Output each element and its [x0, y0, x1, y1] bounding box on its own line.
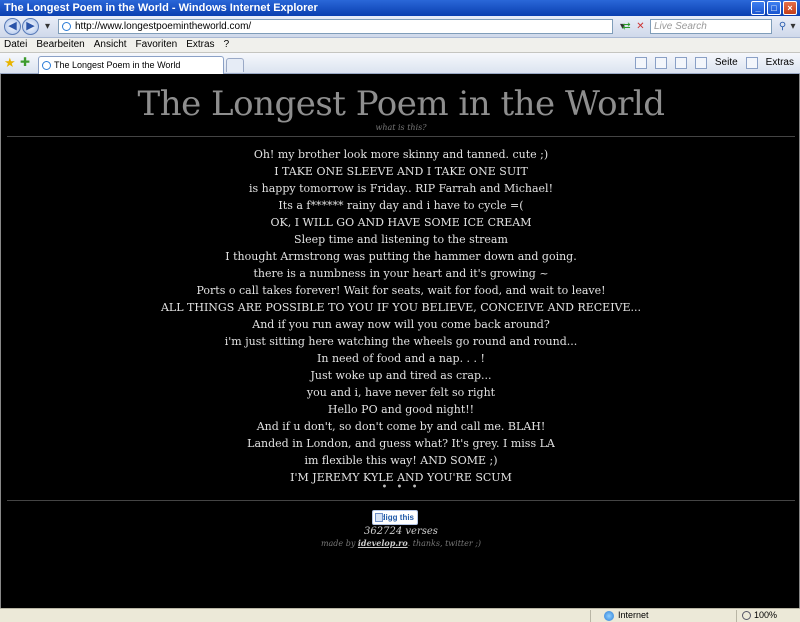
- zone-label: Internet: [618, 610, 649, 620]
- feeds-icon[interactable]: [654, 57, 667, 69]
- digg-icon: [375, 513, 383, 522]
- extras-menu[interactable]: Extras: [766, 55, 794, 71]
- credits-prefix: made by: [320, 539, 356, 548]
- menu-help[interactable]: ?: [224, 38, 230, 52]
- favorites-star-icon[interactable]: ★: [4, 56, 16, 69]
- address-url: http://www.longestpoemintheworld.com/: [75, 21, 252, 32]
- poem-line: Oh! my brother look more skinny and tann…: [253, 148, 549, 161]
- verse-count: 362724 verses: [364, 526, 438, 537]
- zoom-control[interactable]: 100%: [742, 609, 777, 622]
- poem-line: OK, I WILL GO AND HAVE SOME ICE CREAM: [270, 216, 532, 229]
- ie-page-icon: [62, 22, 71, 31]
- poem-line: I thought Armstrong was putting the hamm…: [225, 250, 577, 263]
- divider: [7, 500, 795, 501]
- menu-favoriten[interactable]: Favoriten: [136, 38, 178, 52]
- stop-icon[interactable]: ✕: [633, 19, 648, 34]
- page-title: The Longest Poem in the World: [137, 84, 665, 124]
- poem-line: Just woke up and tired as crap...: [310, 369, 492, 382]
- minimize-icon[interactable]: _: [751, 1, 765, 15]
- poem-line: ALL THINGS ARE POSSIBLE TO YOU IF YOU BE…: [160, 301, 642, 314]
- window-controls: _ □ ×: [751, 1, 797, 15]
- poem-line: Ports o call takes forever! Wait for sea…: [196, 284, 606, 297]
- digg-label: digg this: [380, 513, 414, 522]
- menu-bearbeiten[interactable]: Bearbeiten: [36, 38, 84, 52]
- page-content: The Longest Poem in the World what is th…: [0, 74, 800, 608]
- menu-datei[interactable]: Datei: [4, 38, 27, 52]
- gear-icon: [745, 57, 758, 69]
- divider: [7, 136, 795, 137]
- print-icon[interactable]: [674, 57, 687, 69]
- search-input[interactable]: Live Search: [650, 19, 772, 34]
- home-icon[interactable]: [634, 57, 647, 69]
- poem-line: Its a f****** rainy day and i have to cy…: [278, 199, 524, 212]
- poem-line: And if you run away now will you come ba…: [252, 318, 550, 331]
- poem-line: I TAKE ONE SLEEVE AND I TAKE ONE SUIT: [274, 165, 528, 178]
- divider: [736, 610, 737, 622]
- new-tab-button[interactable]: [226, 58, 244, 72]
- forward-icon[interactable]: ▶: [22, 18, 39, 35]
- more-dots: • • •: [381, 482, 421, 493]
- menu-bar: Datei Bearbeiten Ansicht Favoriten Extra…: [0, 38, 800, 53]
- poem-line: is happy tomorrow is Friday.. RIP Farrah…: [249, 182, 553, 195]
- digg-button[interactable]: digg this: [372, 510, 418, 525]
- status-bar: Internet 100%: [0, 608, 800, 622]
- poem-line: im flexible this way! AND SOME ;): [304, 454, 498, 467]
- poem-line: i'm just sitting here watching the wheel…: [224, 335, 578, 348]
- address-field[interactable]: http://www.longestpoemintheworld.com/: [58, 19, 613, 34]
- address-toolbar: ◀ ▶ ▾ http://www.longestpoemintheworld.c…: [0, 16, 800, 38]
- command-bar: Seite Extras: [634, 55, 794, 71]
- security-zone[interactable]: Internet: [604, 609, 649, 622]
- menu-ansicht[interactable]: Ansicht: [94, 38, 127, 52]
- back-icon[interactable]: ◀: [4, 18, 21, 35]
- close-icon[interactable]: ×: [783, 1, 797, 15]
- page-icon: [694, 57, 707, 69]
- poem-line: there is a numbness in your heart and it…: [253, 267, 549, 280]
- globe-icon: [604, 611, 614, 621]
- refresh-icon[interactable]: ⇄: [619, 19, 634, 34]
- credits: made by idevelop.ro. thanks, twitter ;): [1, 538, 800, 548]
- menu-extras[interactable]: Extras: [186, 38, 214, 52]
- window-title-bar: The Longest Poem in the World - Windows …: [0, 0, 800, 16]
- poem-line: Hello PO and good night!!: [327, 403, 475, 416]
- maximize-icon[interactable]: □: [767, 1, 781, 15]
- poem-lines: Oh! my brother look more skinny and tann…: [1, 146, 800, 486]
- search-options-icon[interactable]: ▾: [788, 19, 798, 34]
- window-title: The Longest Poem in the World - Windows …: [4, 2, 318, 14]
- divider: [590, 610, 591, 622]
- history-dropdown-icon[interactable]: ▾: [40, 19, 55, 34]
- poem-line: And if u don't, so don't come by and cal…: [256, 420, 546, 433]
- tab-bar: ★ ✚ The Longest Poem in the World Seite …: [0, 53, 800, 74]
- poem-line: you and i, have never felt so right: [306, 386, 496, 399]
- ie-page-icon: [42, 61, 51, 70]
- what-is-this-link[interactable]: what is this?: [1, 123, 800, 132]
- zoom-level: 100%: [754, 610, 778, 620]
- credits-suffix: . thanks, twitter ;): [407, 539, 482, 548]
- page-menu[interactable]: Seite: [715, 55, 738, 71]
- idevelop-link[interactable]: idevelop.ro: [358, 538, 408, 548]
- add-favorites-icon[interactable]: ✚: [20, 56, 30, 69]
- zoom-icon: [742, 611, 751, 620]
- tab-label: The Longest Poem in the World: [54, 60, 181, 70]
- tab-longest-poem[interactable]: The Longest Poem in the World: [38, 56, 224, 74]
- poem-line: In need of food and a nap. . . !: [317, 352, 485, 365]
- poem-line: Sleep time and listening to the stream: [294, 233, 508, 246]
- poem-line: Landed in London, and guess what? It's g…: [247, 437, 555, 450]
